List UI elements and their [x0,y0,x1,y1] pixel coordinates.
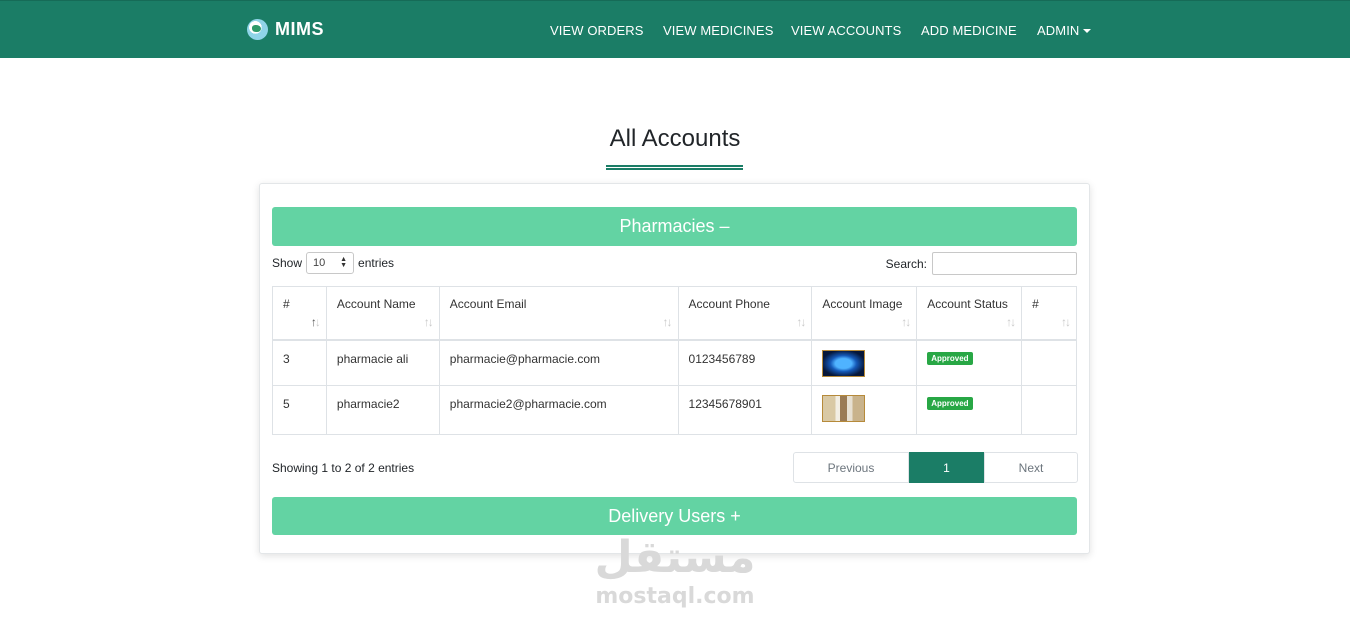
table-row: 5 pharmacie2 pharmacie2@pharmacie.com 12… [272,385,1077,435]
col-header-label: Account Phone [688,297,770,311]
table-row: 3 pharmacie ali pharmacie@pharmacie.com … [272,339,1077,386]
entries-select[interactable]: 10 ▲ ▼ [306,252,355,274]
nav-view-orders[interactable]: VIEW ORDERS [550,23,644,38]
col-header-account-image[interactable]: Account Image ↑↓ [811,286,918,341]
pharmacies-table: # ↑↓ Account Name ↑↓ Account Email ↑↓ Accou… [272,286,1077,435]
nav-admin-dropdown[interactable]: ADMIN [1037,23,1092,38]
nav-admin-label: ADMIN [1037,23,1080,38]
previous-page-button[interactable]: Previous [793,452,909,483]
nav-view-accounts[interactable]: VIEW ACCOUNTS [791,23,901,38]
col-header-actions[interactable]: # ↑↓ [1021,286,1077,341]
col-header-account-name[interactable]: Account Name ↑↓ [325,286,440,341]
cell-account-image [811,339,918,386]
cell-account-phone: 12345678901 [677,385,813,435]
brand-name: MIMS [275,19,324,39]
cell-actions [1021,339,1077,386]
show-label: Show [272,256,303,270]
entries-label: entries [358,256,395,270]
page-title: All Accounts [609,125,741,152]
sort-icon: ↑↓ [1006,314,1016,329]
col-header-label: Account Status [927,297,1008,311]
accounts-card: Pharmacies – Show 10 ▲ ▼ entries Search: … [259,183,1090,554]
col-header-account-email[interactable]: Account Email ↑↓ [438,286,679,341]
col-header-id[interactable]: # ↑↓ [272,286,327,341]
next-page-button[interactable]: Next [984,452,1078,483]
brand[interactable]: MIMS [247,19,324,40]
title-underline [606,165,743,170]
entries-select-value: 10 [313,257,326,269]
cell-account-name: pharmacie ali [325,339,440,386]
pharmacies-toggle[interactable]: Pharmacies – [272,207,1077,246]
cell-account-status: Approved [916,385,1023,435]
account-image-thumbnail[interactable] [822,395,866,422]
col-header-label: # [1032,297,1039,311]
sort-icon: ↑↓ [662,314,673,329]
cell-actions [1021,385,1077,435]
sort-icon: ↑↓ [1061,314,1071,329]
cell-account-phone: 0123456789 [677,339,813,386]
table-header-row: # ↑↓ Account Name ↑↓ Account Email ↑↓ Accou… [272,286,1077,341]
sort-icon: ↑↓ [901,314,911,329]
nav-add-medicine[interactable]: ADD MEDICINE [921,23,1017,38]
status-badge: Approved [927,397,973,410]
sort-icon: ↑↓ [796,314,806,329]
cell-account-email: pharmacie2@pharmacie.com [438,385,679,435]
page-1-button[interactable]: 1 [909,452,984,483]
cell-id: 5 [272,385,327,435]
col-header-account-phone[interactable]: Account Phone ↑↓ [677,286,813,341]
entries-length-control: Show 10 ▲ ▼ entries [272,252,394,274]
navbar: MIMS VIEW ORDERS VIEW MEDICINES VIEW ACC… [0,0,1350,58]
sort-asc-icon: ↑↓ [310,314,321,329]
delivery-users-toggle[interactable]: Delivery Users + [272,497,1077,535]
cell-account-status: Approved [916,339,1023,386]
cell-id: 3 [272,339,327,386]
search-label: Search: [885,256,927,271]
watermark-latin: mostaql.com [595,584,755,609]
col-header-account-status[interactable]: Account Status ↑↓ [916,286,1023,341]
caret-down-icon [1083,28,1092,33]
col-header-label: Account Name [336,297,416,311]
globe-icon [247,19,268,40]
pagination: Previous 1 Next [793,452,1078,483]
search-input[interactable] [932,252,1077,275]
watermark-arabic: مستقل [594,532,756,583]
sort-icon: ↑↓ [423,314,434,329]
select-arrows-icon: ▲ ▼ [340,256,348,269]
cell-account-image [811,385,918,435]
table-info: Showing 1 to 2 of 2 entries [272,461,415,475]
col-header-label: # [283,297,290,311]
cell-account-email: pharmacie@pharmacie.com [438,339,679,386]
search-control: Search: [886,252,1077,275]
nav-view-medicines[interactable]: VIEW MEDICINES [663,23,773,38]
col-header-label: Account Email [449,297,527,311]
watermark-logo: مستقل mostaql.com [560,532,790,610]
col-header-label: Account Image [822,297,903,311]
status-badge: Approved [927,351,973,365]
account-image-thumbnail[interactable] [822,349,866,377]
cell-account-name: pharmacie2 [325,385,440,435]
